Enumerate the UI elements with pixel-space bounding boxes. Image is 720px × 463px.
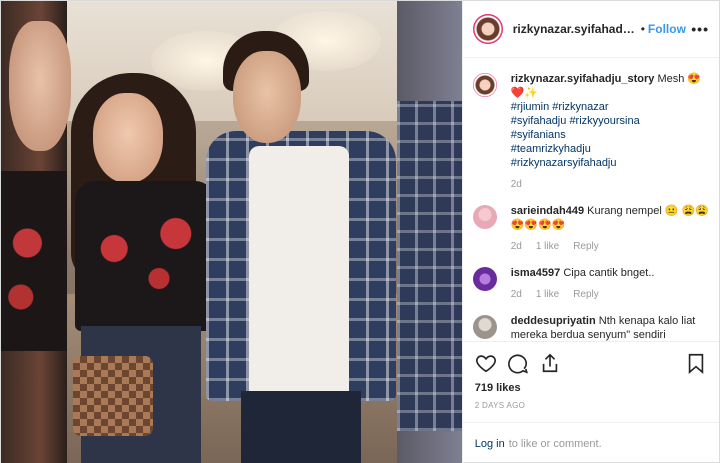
photo-right-strip: [397, 1, 462, 463]
comment-item: sarieindah449 Kurang nempel 😐 😩😩😍😍😍😍 2d 1 …: [472, 204, 709, 254]
follow-button[interactable]: Follow: [648, 22, 686, 36]
comment-username[interactable]: sarieindah449: [511, 205, 584, 217]
comments-list[interactable]: rizkynazar.syifahadju_story Mesh 😍❤️✨ #rj…: [463, 58, 719, 341]
comment-username[interactable]: deddesupriyatin: [511, 315, 596, 327]
caption: rizkynazar.syifahadju_story Mesh 😍❤️✨ #rj…: [472, 72, 709, 192]
avatar[interactable]: [472, 267, 497, 291]
post-header: rizkynazar.syifahadju_sto • Follow •••: [462, 1, 719, 58]
comment-likes[interactable]: 1 like: [536, 241, 559, 252]
like-count[interactable]: 719 likes: [475, 382, 707, 394]
girl-floral-top: [75, 181, 215, 331]
girl-handbag: [73, 356, 153, 436]
post-actions: 719 likes 2 DAYS AGO: [462, 341, 719, 410]
bookmark-icon[interactable]: [685, 352, 707, 374]
hashtag-link[interactable]: #rizkynazarsyifahadju: [511, 157, 617, 169]
header-username[interactable]: rizkynazar.syifahadju_sto: [513, 22, 638, 36]
hashtag-link[interactable]: #syifahadju: [511, 115, 567, 127]
caption-age: 2d: [510, 179, 522, 190]
post-date: 2 DAYS AGO: [474, 401, 526, 410]
side-panel: rizkynazar.syifahadju_sto • Follow ••• r…: [461, 1, 719, 463]
header-separator: •: [640, 22, 645, 36]
login-text: to like or comment.: [508, 437, 602, 450]
login-link[interactable]: Log in: [475, 438, 505, 450]
avatar[interactable]: [472, 205, 497, 229]
guy-face: [233, 51, 301, 143]
comment-username[interactable]: isma4597: [511, 267, 561, 279]
strip-shirt: [1, 171, 67, 351]
comment-age: 2d: [510, 241, 522, 252]
guy-jeans: [241, 391, 361, 463]
caption-username[interactable]: rizkynazar.syifahadju_story: [511, 73, 655, 85]
comment-item: isma4597 Cipa cantik bnget.. 2d 1 like Repl…: [472, 266, 709, 302]
post-window: rizkynazar.syifahadju_sto • Follow ••• r…: [0, 0, 720, 463]
login-bar: Log in to like or comment.: [462, 422, 719, 463]
guy-white-tee: [249, 146, 349, 401]
hashtag-link[interactable]: #rizkyyoursina: [569, 115, 639, 127]
comment-text: Cipa cantik bnget..: [563, 267, 655, 279]
more-options-icon[interactable]: •••: [691, 21, 709, 37]
girl-face: [93, 93, 163, 183]
hashtag-link[interactable]: #rjiumin: [511, 101, 550, 113]
comment-icon[interactable]: [507, 352, 529, 374]
reply-button[interactable]: Reply: [573, 289, 599, 300]
hashtag-link[interactable]: #teamrizkyhadju: [511, 143, 591, 155]
reply-button[interactable]: Reply: [573, 241, 599, 252]
avatar[interactable]: [472, 315, 497, 339]
comment-item: deddesupriyatin Nth kenapa kalo liat mer…: [472, 314, 709, 341]
comment-age: 2d: [510, 289, 522, 300]
post-photo[interactable]: [1, 1, 462, 463]
hashtag-link[interactable]: #syifanians: [511, 129, 566, 141]
comment-likes[interactable]: 1 like: [536, 289, 559, 300]
avatar[interactable]: [472, 73, 497, 97]
share-icon[interactable]: [539, 352, 561, 374]
avatar[interactable]: [472, 14, 503, 44]
hashtag-link[interactable]: #rizkynazar: [552, 101, 608, 113]
photo-left-strip: [1, 1, 71, 463]
heart-icon[interactable]: [475, 352, 497, 374]
strip-plaid: [397, 101, 462, 431]
strip-face: [9, 21, 71, 151]
